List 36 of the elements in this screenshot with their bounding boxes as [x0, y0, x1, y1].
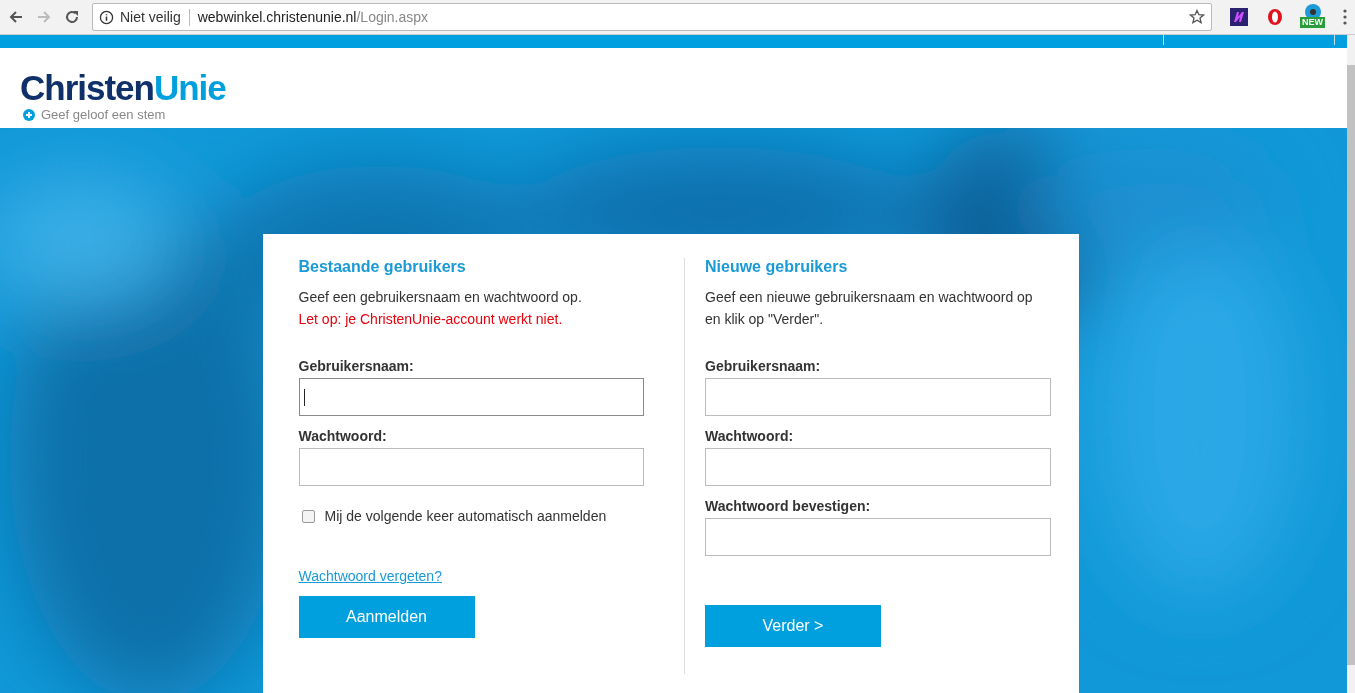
- input-field[interactable]: [705, 378, 1051, 416]
- section-title: Bestaande gebruikers: [298, 258, 466, 276]
- security-label: Niet veilig: [120, 9, 181, 25]
- extension-icon[interactable]: [1230, 8, 1248, 26]
- input-field[interactable]: [705, 518, 1051, 556]
- warning-text: Let op: je ChristenUnie-account werkt niet.: [298, 310, 563, 329]
- new-badge: NEW: [1300, 17, 1325, 28]
- field-label: Wachtwoord:: [705, 428, 795, 444]
- plus-icon: [23, 108, 35, 121]
- field-label: Wachtwoord bevestigen:: [705, 498, 872, 514]
- checkbox-label: Mij de volgende keer automatisch aanmelden: [324, 508, 607, 524]
- globe-icon[interactable]: [1303, 3, 1322, 17]
- section-title: Nieuwe gebruikers: [705, 258, 848, 276]
- back-icon[interactable]: [8, 9, 24, 25]
- field-label: Gebruikersnaam:: [298, 358, 415, 374]
- info-icon: [99, 9, 114, 25]
- field-label: Wachtwoord:: [298, 428, 388, 444]
- tagline: Geef geloof een stem: [41, 107, 166, 122]
- input-field[interactable]: [705, 448, 1051, 486]
- forgot-password-link[interactable]: Wachtwoord vergeten?: [298, 568, 442, 584]
- next-button[interactable]: Verder >: [705, 605, 881, 647]
- star-icon[interactable]: [1189, 9, 1205, 25]
- intro-text: Geef een gebruikersnaam en wachtwoord op.: [298, 288, 582, 307]
- logo: ChristenUnie: [20, 70, 227, 106]
- menu-icon[interactable]: [1343, 9, 1347, 25]
- reload-icon[interactable]: [64, 9, 80, 25]
- url-path: /Login.aspx: [356, 9, 429, 25]
- url-host: webwinkel.christenunie.nl: [197, 9, 357, 25]
- intro-text: Geef een nieuwe gebruikersnaam en wachtwoord op en klik op "Verder".: [705, 288, 1034, 329]
- login-button[interactable]: Aanmelden: [298, 596, 475, 638]
- input-field[interactable]: [298, 448, 644, 486]
- opera-icon[interactable]: [1266, 8, 1284, 26]
- field-label: Gebruikersnaam:: [705, 358, 822, 374]
- checkbox[interactable]: [301, 509, 315, 523]
- input-field[interactable]: [298, 378, 644, 416]
- address-bar[interactable]: Niet veilig webwinkel.christenunie.nl/Login.aspx: [92, 3, 1212, 31]
